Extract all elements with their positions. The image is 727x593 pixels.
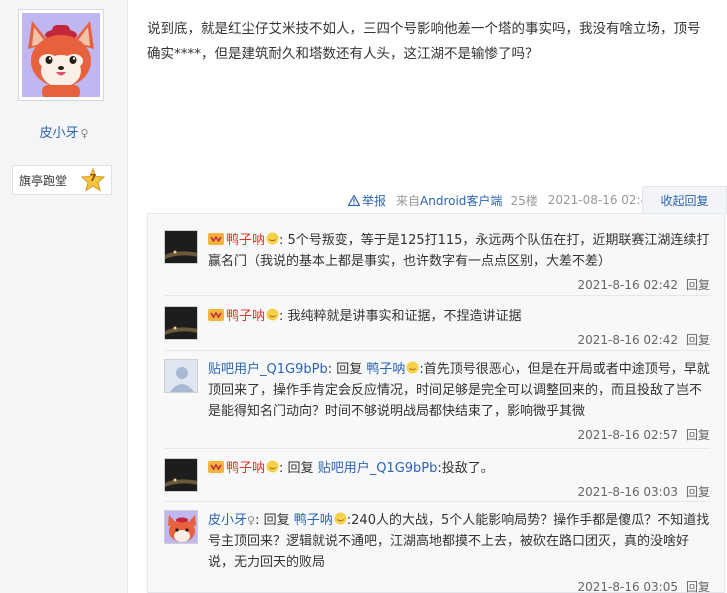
reply-footer: 2021-8-16 02:57 回复: [577, 426, 710, 443]
reply-time: 2021-8-16 03:05: [577, 580, 678, 593]
fox-avatar-icon: [165, 511, 197, 543]
reply-word: 回复: [336, 362, 363, 377]
reply-colon: :: [279, 461, 288, 476]
reply-body: 鸭子呐: 5个号叛变，等于是125打115，永远两个队伍在打，近期联赛江湖连续打…: [208, 230, 710, 272]
warning-icon: [348, 194, 360, 206]
vip-icon[interactable]: [208, 460, 224, 474]
default-user-icon: [165, 360, 197, 392]
reply-list: 鸭子呐: 5个号叛变，等于是125打115，永远两个队伍在打，近期联赛江湖连续打…: [147, 213, 725, 593]
divider: [164, 350, 710, 351]
collapse-replies-button[interactable]: 收起回复: [642, 186, 727, 214]
reply-word: 回复: [287, 461, 314, 476]
reply-item: 鸭子呐: 5个号叛变，等于是125打115，永远两个队伍在打，近期联赛江湖连续打…: [164, 230, 710, 292]
author-name-link[interactable]: 皮小牙 ♀: [0, 122, 128, 141]
reply-footer: 2021-8-16 02:42 回复: [577, 331, 710, 348]
reply-button[interactable]: 回复: [686, 333, 710, 347]
reply-username[interactable]: 鸭子呐: [226, 309, 265, 324]
user-level-badge[interactable]: 旗亭跑堂 7: [12, 165, 112, 195]
reply-text: :投敌了。: [437, 461, 494, 476]
reply-username[interactable]: 鸭子呐: [226, 233, 265, 248]
post-meta-bar: 举报 来自Android客户端 25楼 2021-08-16 02:40: [348, 191, 656, 209]
gender-female-icon: ♀: [80, 127, 89, 140]
emoji-smile-icon: [266, 232, 279, 245]
reply-body: 鸭子呐 : 我纯粹就是讲事实和证据，不捏造讲证据: [208, 306, 710, 327]
author-avatar[interactable]: [18, 9, 104, 101]
client-source: 来自Android客户端: [396, 192, 502, 209]
reply-item: 贴吧用户_Q1G9bPb: 回复 鸭子呐:首先顶号很恶心，但是在开局或者中途顶号…: [164, 359, 710, 442]
reply-avatar[interactable]: [164, 458, 198, 492]
reply-target-username[interactable]: 鸭子呐: [294, 513, 333, 528]
level-number: 7: [89, 173, 97, 184]
reply-button[interactable]: 回复: [686, 278, 710, 292]
level-star-icon: 7: [80, 167, 106, 192]
reply-avatar[interactable]: [164, 359, 198, 393]
client-link[interactable]: Android客户端: [420, 194, 502, 208]
reply-time: 2021-8-16 02:57: [577, 428, 678, 442]
post-content: 说到底，就是红尘仔艾米技不如人，三四个号影响他差一个塔的事实吗，我没有啥立场，顶…: [147, 21, 701, 62]
reply-item: 鸭子呐: 回复 贴吧用户_Q1G9bPb:投敌了。 2021-8-16 03:0…: [164, 458, 710, 500]
reply-time: 2021-8-16 02:42: [577, 333, 678, 347]
reply-button[interactable]: 回复: [686, 580, 710, 593]
emoji-smile-icon: [266, 308, 279, 321]
author-sidebar: 皮小牙 ♀ 旗亭跑堂 7: [0, 0, 128, 593]
reply-username[interactable]: 鸭子呐: [226, 461, 265, 476]
reply-body: 皮小牙♀: 回复 鸭子呐:240人的大战，5个人能影响局势？操作手都是傻瓜？不知…: [208, 510, 710, 573]
client-prefix: 来自: [396, 193, 421, 208]
reply-avatar[interactable]: [164, 230, 198, 264]
reply-avatar[interactable]: [164, 306, 198, 340]
gender-female-icon: ♀: [247, 514, 256, 527]
floor-number: 25楼: [510, 193, 538, 208]
emoji-smile-icon: [334, 512, 347, 525]
emoji-smile-icon: [406, 361, 419, 374]
reply-footer: 2021-8-16 03:03 回复: [577, 483, 710, 500]
divider: [164, 295, 710, 296]
report-label[interactable]: 举报: [362, 192, 386, 209]
reply-word: 回复: [263, 513, 290, 528]
report-link[interactable]: 举报: [348, 192, 386, 209]
reply-username[interactable]: 贴吧用户_Q1G9bPb: [208, 362, 328, 377]
reply-text: : 我纯粹就是讲事实和证据，不捏造讲证据: [279, 309, 522, 324]
reply-time: 2021-8-16 02:42: [577, 278, 678, 292]
reply-username[interactable]: 皮小牙: [208, 513, 247, 528]
reply-target-username[interactable]: 贴吧用户_Q1G9bPb: [318, 461, 438, 476]
reply-target-username[interactable]: 鸭子呐: [366, 362, 405, 377]
reply-time: 2021-8-16 03:03: [577, 485, 678, 499]
reply-avatar[interactable]: [164, 510, 198, 544]
divider: [164, 501, 710, 502]
reply-item: 鸭子呐 : 我纯粹就是讲事实和证据，不捏造讲证据 2021-8-16 02:42 回…: [164, 306, 710, 348]
reply-footer: 2021-8-16 02:42 回复: [577, 276, 710, 293]
vip-icon[interactable]: [208, 232, 224, 246]
reply-button[interactable]: 回复: [686, 485, 710, 499]
reply-item: 皮小牙♀: 回复 鸭子呐:240人的大战，5个人能影响局势？操作手都是傻瓜？不知…: [164, 510, 710, 593]
divider: [164, 448, 710, 449]
reply-footer: 2021-8-16 03:05 回复: [577, 578, 710, 593]
vip-icon[interactable]: [208, 308, 224, 322]
reply-text: : 5个号叛变，等于是125打115，永远两个队伍在打，近期联赛江湖连续打赢名门…: [208, 233, 710, 269]
reply-button[interactable]: 回复: [686, 428, 710, 442]
reply-body: 鸭子呐: 回复 贴吧用户_Q1G9bPb:投敌了。: [208, 458, 710, 479]
fox-avatar-icon: [28, 21, 94, 97]
reply-body: 贴吧用户_Q1G9bPb: 回复 鸭子呐:首先顶号很恶心，但是在开局或者中途顶号…: [208, 359, 710, 422]
emoji-smile-icon: [266, 460, 279, 473]
author-name[interactable]: 皮小牙: [39, 126, 78, 141]
post-time: 2021-08-16 02:40: [547, 193, 656, 207]
badge-label: 旗亭跑堂: [19, 173, 68, 188]
reply-colon: :: [255, 513, 264, 528]
reply-colon: :: [327, 362, 337, 377]
